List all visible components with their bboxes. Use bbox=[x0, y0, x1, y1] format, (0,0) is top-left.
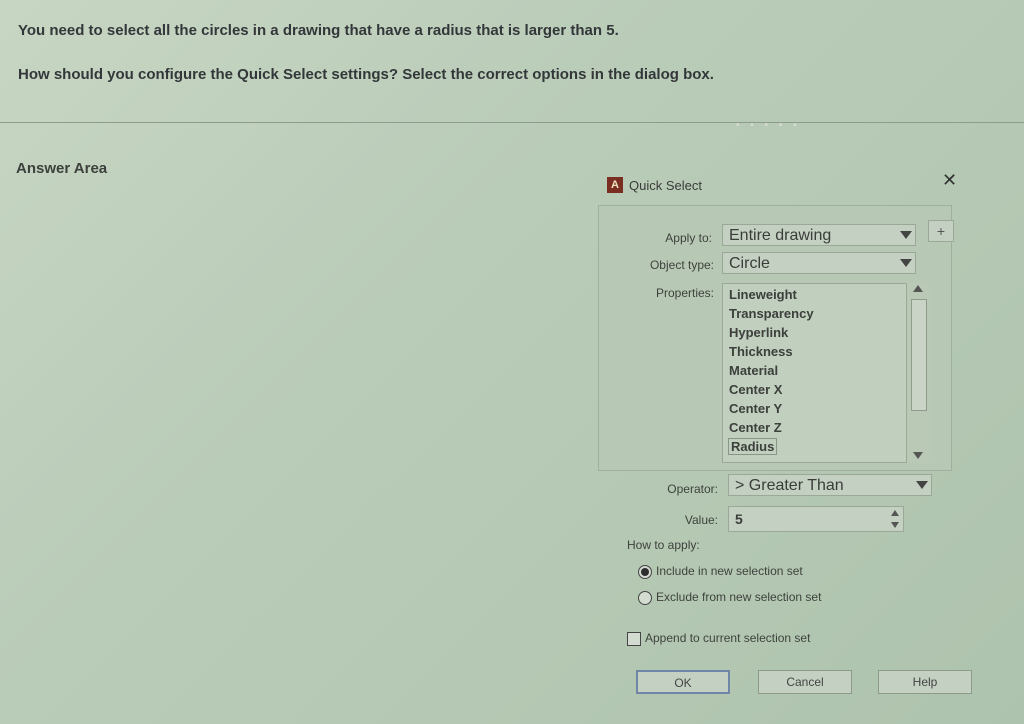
operator-value: > Greater Than bbox=[735, 477, 844, 494]
chevron-down-icon bbox=[900, 259, 912, 267]
value-label: Value: bbox=[684, 513, 718, 527]
divider bbox=[0, 122, 1024, 123]
spin-up-icon[interactable] bbox=[891, 510, 899, 516]
list-item-selected[interactable]: Radius bbox=[727, 438, 778, 455]
how-to-apply-label: How to apply: bbox=[627, 538, 700, 552]
object-type-dropdown[interactable]: Circle bbox=[722, 252, 916, 274]
question-line-1: You need to select all the circles in a … bbox=[18, 22, 619, 39]
cancel-button[interactable]: Cancel bbox=[758, 670, 852, 694]
value-text: 5 bbox=[735, 511, 743, 527]
apply-to-label: Apply to: bbox=[665, 231, 712, 245]
list-item[interactable]: Transparency bbox=[729, 306, 814, 321]
scroll-down-icon[interactable] bbox=[913, 452, 923, 459]
object-type-value: Circle bbox=[729, 255, 770, 272]
progress-dots: • • • • • bbox=[736, 120, 801, 131]
scroll-up-icon[interactable] bbox=[913, 285, 923, 292]
list-item[interactable]: Lineweight bbox=[729, 287, 797, 302]
list-item[interactable]: Center Y bbox=[729, 401, 782, 416]
autocad-logo-icon: A bbox=[607, 177, 623, 193]
properties-list[interactable]: Lineweight Transparency Hyperlink Thickn… bbox=[722, 283, 930, 463]
help-button[interactable]: Help bbox=[878, 670, 972, 694]
list-item[interactable]: Thickness bbox=[729, 344, 793, 359]
operator-label: Operator: bbox=[667, 482, 718, 496]
ok-button[interactable]: OK bbox=[636, 670, 730, 694]
list-item[interactable]: Material bbox=[729, 363, 778, 378]
answer-area-title: Answer Area bbox=[16, 160, 108, 177]
object-type-label: Object type: bbox=[649, 258, 714, 272]
checkbox-icon[interactable] bbox=[627, 631, 641, 646]
include-radio[interactable]: Include in new selection set bbox=[638, 564, 803, 579]
exclude-label: Exclude from new selection set bbox=[656, 590, 822, 604]
question-line-2: How should you configure the Quick Selec… bbox=[18, 66, 714, 83]
append-label: Append to current selection set bbox=[645, 631, 811, 645]
list-item[interactable]: Center Z bbox=[729, 420, 782, 435]
value-input[interactable]: 5 bbox=[728, 506, 904, 532]
spin-down-icon[interactable] bbox=[891, 522, 899, 528]
select-objects-button[interactable]: + bbox=[928, 220, 954, 242]
scroll-thumb[interactable] bbox=[911, 299, 927, 411]
include-label: Include in new selection set bbox=[656, 564, 803, 578]
apply-to-value: Entire drawing bbox=[729, 227, 832, 244]
list-item[interactable]: Hyperlink bbox=[729, 325, 788, 340]
chevron-down-icon bbox=[916, 481, 928, 489]
append-checkbox[interactable]: Append to current selection set bbox=[627, 631, 810, 646]
radio-icon[interactable] bbox=[638, 590, 652, 605]
chevron-down-icon bbox=[900, 231, 912, 239]
properties-label: Properties: bbox=[655, 286, 714, 300]
properties-scrollbar[interactable] bbox=[906, 283, 930, 463]
dialog-title: Quick Select bbox=[629, 178, 702, 193]
list-item[interactable]: Center X bbox=[729, 382, 782, 397]
radio-selected-icon[interactable] bbox=[638, 564, 652, 579]
exclude-radio[interactable]: Exclude from new selection set bbox=[638, 590, 821, 605]
apply-to-dropdown[interactable]: Entire drawing bbox=[722, 224, 916, 246]
close-icon[interactable]: ✕ bbox=[942, 170, 957, 191]
operator-dropdown[interactable]: > Greater Than bbox=[728, 474, 932, 496]
